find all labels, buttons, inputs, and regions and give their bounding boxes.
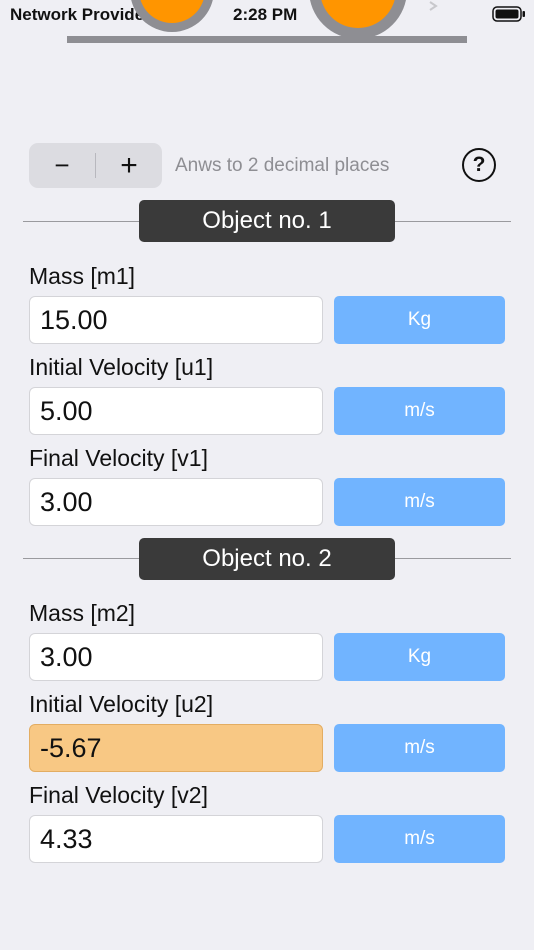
decimal-stepper[interactable]: − + <box>29 143 162 188</box>
ball-2 <box>310 0 406 39</box>
track-line <box>67 36 467 43</box>
initial-velocity-2-input[interactable]: -5.67 <box>29 724 323 772</box>
final-velocity-2-input[interactable]: 4.33 <box>29 815 323 863</box>
final-velocity-2-unit-button[interactable]: m/s <box>334 815 505 863</box>
mass-2-unit-button[interactable]: Kg <box>334 633 505 681</box>
mass-1-label: Mass [m1] <box>29 263 136 289</box>
initial-velocity-2-label: Initial Velocity [u2] <box>29 691 214 717</box>
section-title-object-2: Object no. 2 <box>139 538 395 580</box>
final-velocity-1-input[interactable]: 3.00 <box>29 478 323 526</box>
initial-velocity-1-unit-button[interactable]: m/s <box>334 387 505 435</box>
arrow-icon <box>429 1 438 11</box>
help-button[interactable]: ? <box>462 148 496 182</box>
collision-illustration <box>67 0 467 43</box>
section-title-object-1: Object no. 1 <box>139 200 395 242</box>
plus-icon: + <box>120 148 138 182</box>
final-velocity-1-unit-button[interactable]: m/s <box>334 478 505 526</box>
minus-icon: − <box>54 150 70 180</box>
mass-1-unit-button[interactable]: Kg <box>334 296 505 344</box>
ball-1 <box>131 0 213 32</box>
precision-hint: Anws to 2 decimal places <box>175 155 390 176</box>
question-icon: ? <box>472 153 486 176</box>
mass-2-input[interactable]: 3.00 <box>29 633 323 681</box>
initial-velocity-1-input[interactable]: 5.00 <box>29 387 323 435</box>
increment-button[interactable]: + <box>96 143 162 188</box>
final-velocity-2-label: Final Velocity [v2] <box>29 782 208 808</box>
initial-velocity-1-label: Initial Velocity [u1] <box>29 354 214 380</box>
mass-2-label: Mass [m2] <box>29 600 136 626</box>
final-velocity-1-label: Final Velocity [v1] <box>29 445 208 471</box>
decrement-button[interactable]: − <box>29 143 95 188</box>
initial-velocity-2-unit-button[interactable]: m/s <box>334 724 505 772</box>
mass-1-input[interactable]: 15.00 <box>29 296 323 344</box>
